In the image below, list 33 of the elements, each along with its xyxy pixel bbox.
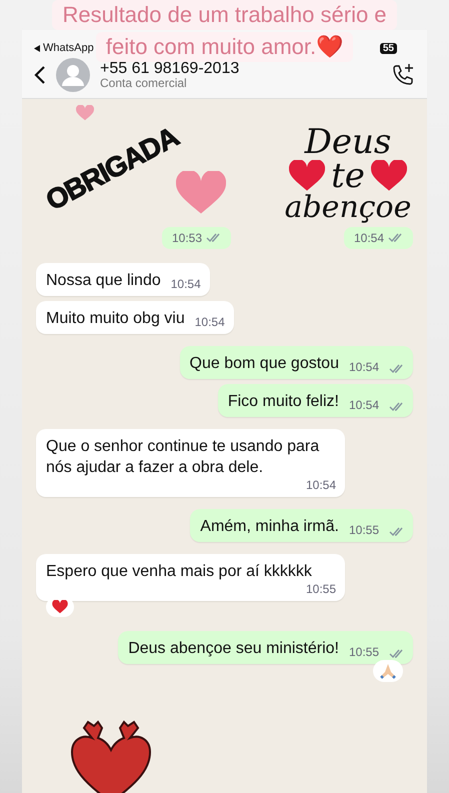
message-text: Fico muito feliz! — [228, 392, 339, 412]
message-time: 10:54 — [306, 478, 336, 492]
message-text: Muito muito obg viu — [46, 309, 185, 329]
message-time: 10:54 — [194, 315, 225, 329]
back-icon[interactable] — [34, 65, 46, 85]
story-caption: feito com muito amor.❤ — [96, 32, 354, 62]
heart-icon — [370, 160, 407, 192]
contact-subtitle: Conta comercial — [100, 77, 188, 90]
back-to-app-link[interactable]: WhatsApp — [43, 42, 94, 54]
message-time: 10:55 — [306, 582, 336, 596]
sticker-text: te — [331, 159, 365, 193]
message-time: 10:53 — [172, 231, 202, 245]
battery-level: 55 — [380, 42, 397, 54]
message-time: 10:54 — [348, 398, 379, 412]
message-text: Espero que venha mais por aí kkkkkk — [46, 562, 313, 582]
message-time: 10:54 — [170, 277, 201, 291]
contact-number: +55 61 98169-2013 — [100, 60, 240, 78]
story-caption: Resultado de um trabalho sério e — [52, 0, 397, 30]
message-time: 10:54 — [354, 231, 384, 245]
message-time: 10:55 — [348, 645, 379, 659]
back-triangle-icon[interactable] — [34, 44, 40, 52]
heart-icon — [76, 105, 94, 122]
message-time: 10:54 — [348, 360, 379, 374]
heart-icon — [289, 160, 326, 192]
message-text: Amém, minha irmã. — [200, 517, 339, 537]
message-time: 10:55 — [348, 523, 379, 537]
message-text: Nossa que lindo — [46, 271, 161, 291]
add-call-icon[interactable] — [391, 63, 415, 87]
message-text: Deus abençoe seu ministério! — [128, 639, 339, 659]
sticker-text: Deus — [304, 125, 392, 159]
sticker-text: abençoe — [284, 193, 412, 223]
message-text: Que bom que gostou — [190, 354, 339, 374]
message-text: Que o senhor continue te usando para nós ajudar a fazer a obra dele. — [46, 437, 320, 478]
